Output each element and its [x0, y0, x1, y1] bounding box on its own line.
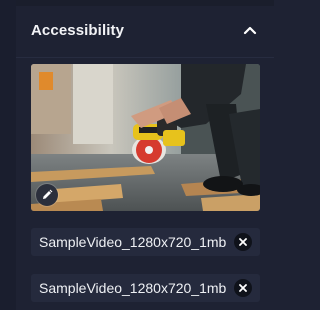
chevron-up-icon[interactable] [238, 18, 262, 42]
close-icon[interactable] [234, 233, 252, 251]
file-chip: SampleVideo_1280x720_1mb [31, 274, 260, 302]
left-rail [0, 0, 16, 310]
section-title: Accessibility [31, 21, 125, 39]
file-name: SampleVideo_1280x720_1mb [39, 234, 227, 250]
video-thumbnail[interactable] [31, 64, 260, 211]
accessibility-section-header[interactable]: Accessibility [16, 13, 274, 47]
close-icon[interactable] [234, 279, 252, 297]
section-divider [16, 57, 274, 58]
file-chip: SampleVideo_1280x720_1mb [31, 228, 260, 256]
pencil-icon[interactable] [36, 184, 58, 206]
top-strip [16, 0, 274, 6]
file-name: SampleVideo_1280x720_1mb [39, 280, 227, 296]
